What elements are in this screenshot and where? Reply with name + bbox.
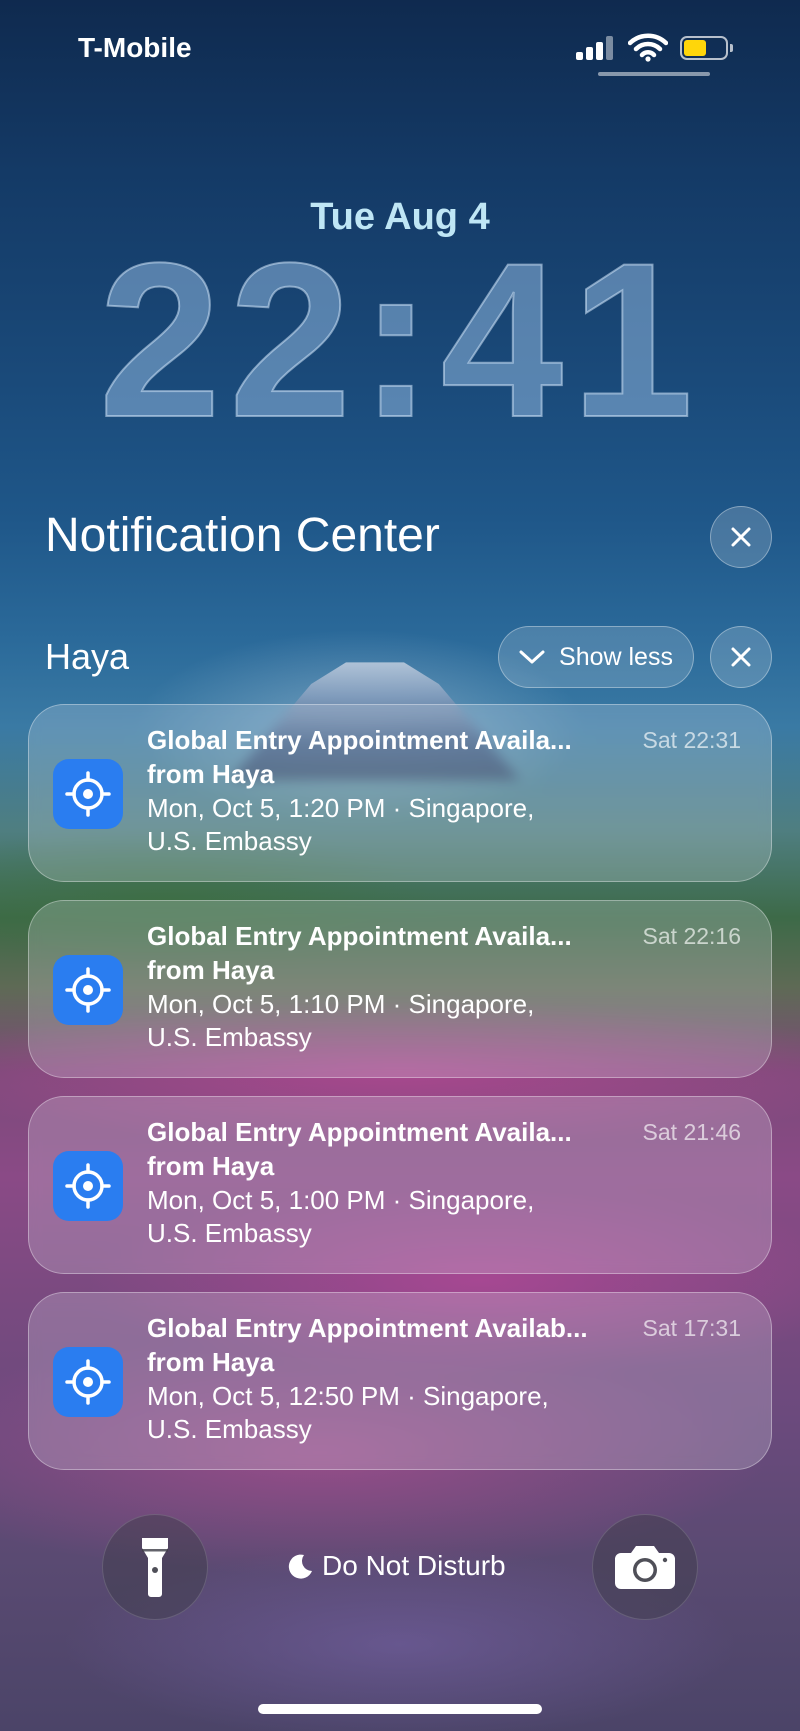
notification-card[interactable]: Global Entry Appointment Availa... Sat 2…: [28, 704, 772, 882]
notification-body-line1: Mon, Oct 5, 12:50 PM · Singapore,: [147, 1381, 549, 1411]
notification-time: Sat 22:16: [642, 923, 741, 949]
wifi-icon: [628, 33, 668, 62]
notification-body-line1: Mon, Oct 5, 1:00 PM · Singapore,: [147, 1185, 535, 1215]
notification-center-clear-button[interactable]: [710, 506, 772, 568]
flashlight-icon: [142, 1538, 168, 1597]
notification-group-app-name: Haya: [45, 636, 130, 677]
notification-subtitle: from Haya: [147, 1151, 275, 1181]
focus-mode-indicator[interactable]: Do Not Disturb: [286, 1550, 506, 1582]
close-icon: [731, 527, 751, 547]
notification-body-line2: U.S. Embassy: [147, 1218, 312, 1248]
haya-app-icon: [53, 1347, 123, 1417]
notification-body-line1: Mon, Oct 5, 1:20 PM · Singapore,: [147, 793, 535, 823]
notification-card[interactable]: Global Entry Appointment Availa... Sat 2…: [28, 900, 772, 1078]
focus-mode-label: Do Not Disturb: [322, 1550, 506, 1581]
cellular-signal-icon: [576, 36, 616, 60]
notification-body-line2: U.S. Embassy: [147, 1022, 312, 1052]
haya-app-icon: [53, 1151, 123, 1221]
notification-group-clear-button[interactable]: [710, 626, 772, 688]
crosshair-icon: [65, 1359, 111, 1405]
notification-body-line2: U.S. Embassy: [147, 1414, 312, 1444]
notification-subtitle: from Haya: [147, 759, 275, 789]
notification-time: Sat 22:31: [642, 727, 741, 753]
notification-title: Global Entry Appointment Availa...: [147, 1117, 572, 1147]
notification-time: Sat 17:31: [642, 1315, 741, 1341]
flashlight-button[interactable]: [102, 1514, 208, 1620]
chevron-down-icon: [519, 650, 545, 664]
battery-icon: [680, 36, 734, 60]
notification-time: Sat 21:46: [642, 1119, 741, 1145]
close-icon: [731, 647, 751, 667]
notification-center-title: Notification Center: [45, 509, 440, 562]
notification-title: Global Entry Appointment Availa...: [147, 921, 572, 951]
notification-subtitle: from Haya: [147, 1347, 275, 1377]
notification-title: Global Entry Appointment Availa...: [147, 725, 572, 755]
status-indicator-bar: [598, 72, 710, 76]
notification-subtitle: from Haya: [147, 955, 275, 985]
crosshair-icon: [65, 967, 111, 1013]
haya-app-icon: [53, 955, 123, 1025]
lock-screen-time: 22:41: [98, 217, 702, 463]
status-bar: T-Mobile: [0, 0, 800, 100]
carrier-label: T-Mobile: [78, 32, 192, 63]
camera-icon: [615, 1546, 675, 1589]
camera-button[interactable]: [592, 1514, 698, 1620]
crosshair-icon: [65, 771, 111, 817]
notification-title: Global Entry Appointment Availab...: [147, 1313, 588, 1343]
show-less-label: Show less: [559, 642, 673, 671]
home-indicator[interactable]: [258, 1704, 542, 1714]
show-less-button[interactable]: Show less: [498, 626, 694, 688]
notification-body-line2: U.S. Embassy: [147, 826, 312, 856]
moon-icon: [288, 1554, 312, 1579]
crosshair-icon: [65, 1163, 111, 1209]
notification-card[interactable]: Global Entry Appointment Availa... Sat 2…: [28, 1096, 772, 1274]
notification-card[interactable]: Global Entry Appointment Availab... Sat …: [28, 1292, 772, 1470]
haya-app-icon: [53, 759, 123, 829]
notification-body-line1: Mon, Oct 5, 1:10 PM · Singapore,: [147, 989, 535, 1019]
